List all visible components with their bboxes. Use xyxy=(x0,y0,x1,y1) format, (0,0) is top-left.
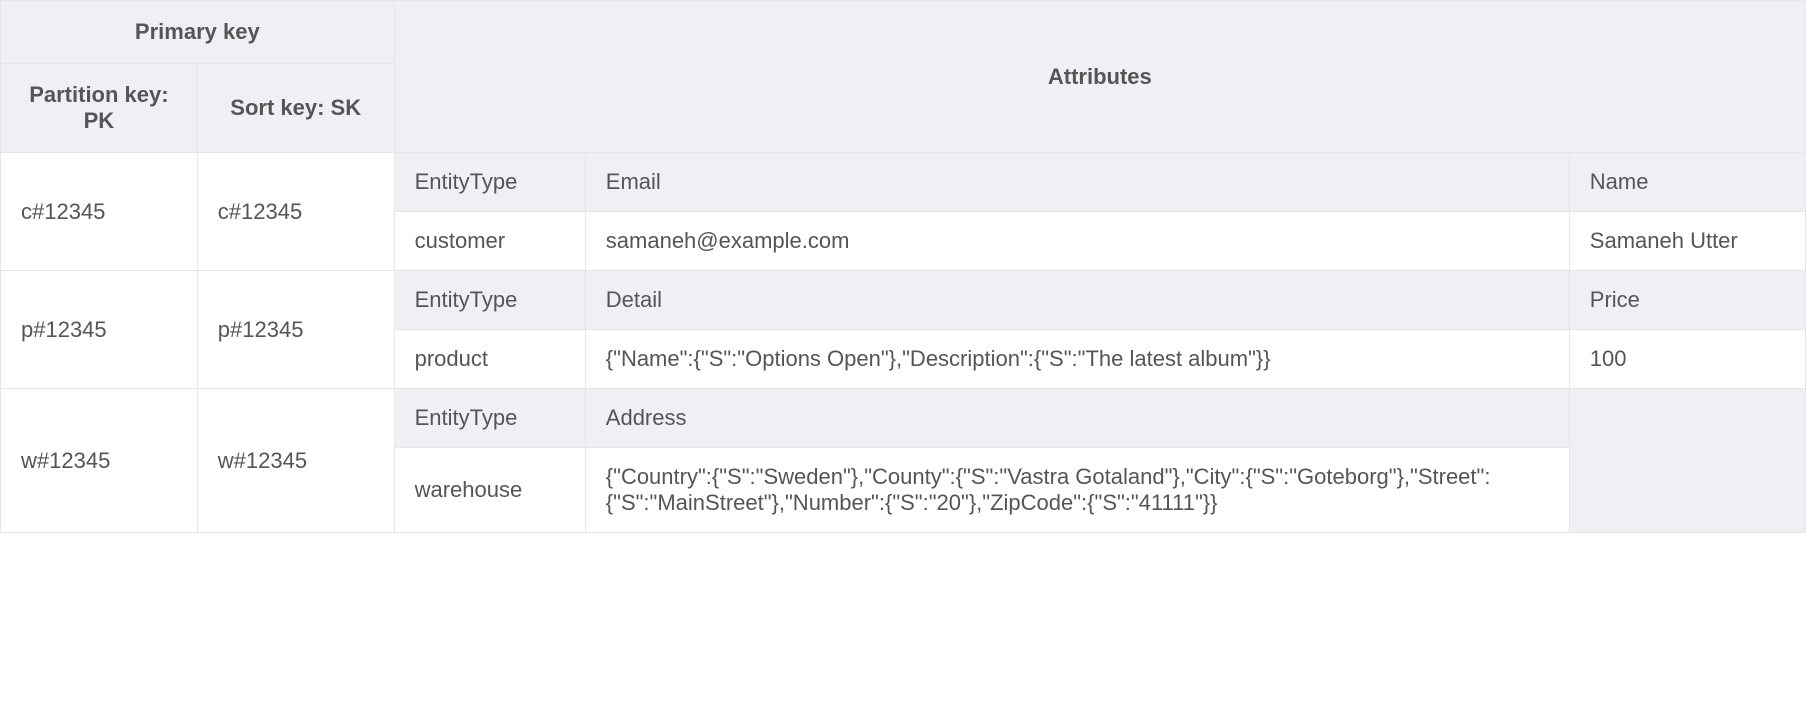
attr-header-detail: Detail xyxy=(585,271,1569,330)
attr-value-entitytype: product xyxy=(394,330,585,389)
cell-pk: c#12345 xyxy=(1,153,198,271)
cell-pk: p#12345 xyxy=(1,271,198,389)
header-attributes: Attributes xyxy=(394,1,1805,153)
attr-value-address: {"Country":{"S":"Sweden"},"County":{"S":… xyxy=(585,448,1569,533)
cell-sk: p#12345 xyxy=(197,271,394,389)
attr-header-entitytype: EntityType xyxy=(394,389,585,448)
dynamodb-table: Primary key Attributes Partition key: PK… xyxy=(0,0,1806,533)
attr-empty xyxy=(1569,389,1805,533)
attr-header-name: Name xyxy=(1569,153,1805,212)
table-row: w#12345 w#12345 EntityType Address xyxy=(1,389,1806,448)
attr-header-entitytype: EntityType xyxy=(394,271,585,330)
header-partition-key: Partition key: PK xyxy=(1,64,198,153)
header-sort-key: Sort key: SK xyxy=(197,64,394,153)
attr-value-price: 100 xyxy=(1569,330,1805,389)
attr-header-entitytype: EntityType xyxy=(394,153,585,212)
attr-value-detail: {"Name":{"S":"Options Open"},"Descriptio… xyxy=(585,330,1569,389)
attr-value-name: Samaneh Utter xyxy=(1569,212,1805,271)
attr-value-email: samaneh@example.com xyxy=(585,212,1569,271)
header-primary-key: Primary key xyxy=(1,1,395,64)
attr-header-address: Address xyxy=(585,389,1569,448)
table-row: c#12345 c#12345 EntityType Email Name xyxy=(1,153,1806,212)
attr-value-entitytype: customer xyxy=(394,212,585,271)
table-row: p#12345 p#12345 EntityType Detail Price xyxy=(1,271,1806,330)
cell-pk: w#12345 xyxy=(1,389,198,533)
cell-sk: c#12345 xyxy=(197,153,394,271)
attr-header-email: Email xyxy=(585,153,1569,212)
attr-header-price: Price xyxy=(1569,271,1805,330)
attr-value-entitytype: warehouse xyxy=(394,448,585,533)
cell-sk: w#12345 xyxy=(197,389,394,533)
